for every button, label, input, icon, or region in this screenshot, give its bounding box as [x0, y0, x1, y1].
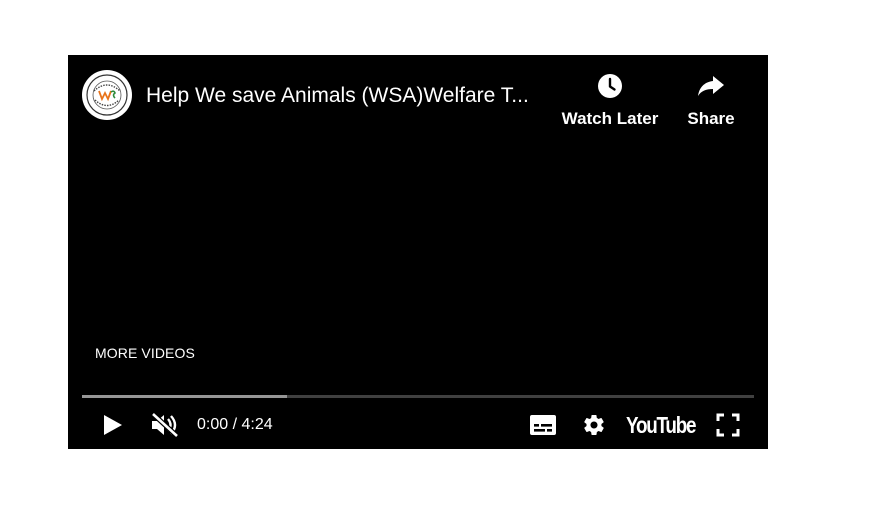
play-icon: [104, 415, 122, 435]
watch-later-button[interactable]: Watch Later: [560, 72, 660, 129]
fullscreen-icon: [716, 413, 740, 437]
clock-icon: [598, 74, 622, 98]
youtube-logo[interactable]: YouTube: [626, 405, 697, 445]
channel-avatar[interactable]: [82, 70, 132, 120]
time-display: 0:00 / 4:24: [197, 416, 273, 433]
channel-logo-icon: [86, 74, 128, 116]
play-button[interactable]: [98, 405, 128, 445]
progress-buffered: [82, 395, 287, 398]
fullscreen-button[interactable]: [712, 405, 744, 445]
more-videos-button[interactable]: MORE VIDEOS: [95, 345, 195, 361]
share-arrow-icon: [698, 76, 724, 96]
share-button[interactable]: Share: [674, 72, 748, 129]
captions-button[interactable]: [526, 405, 560, 445]
watch-later-label: Watch Later: [561, 109, 659, 128]
subtitles-icon: [530, 415, 556, 435]
video-player[interactable]: Help We save Animals (WSA)Welfare T... W…: [68, 55, 768, 449]
share-label: Share: [687, 109, 735, 128]
mute-button[interactable]: [148, 405, 182, 445]
gear-icon: [584, 415, 604, 436]
volume-muted-icon: [151, 412, 179, 438]
video-title[interactable]: Help We save Animals (WSA)Welfare T...: [146, 84, 551, 108]
settings-button[interactable]: [578, 405, 610, 445]
controls-bar: 0:00 / 4:24 YouTube: [68, 405, 768, 445]
progress-bar[interactable]: [82, 395, 754, 398]
